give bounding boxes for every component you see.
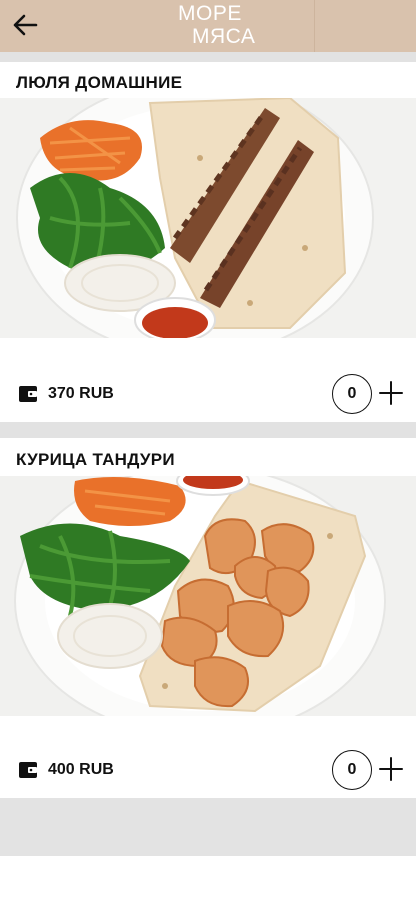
logo-line-2: МЯСА <box>192 25 256 48</box>
header-divider <box>314 0 315 52</box>
tandoori-chicken-plate-photo <box>0 476 416 716</box>
product-card: ЛЮЛЯ ДОМАШНИЕ 370 RUB 0 <box>0 62 416 422</box>
app-header: МОРЕ МЯСА <box>0 0 416 52</box>
product-card: КУРИЦА ТАНДУРИ 400 RUB 0 <box>0 438 416 798</box>
wallet-icon <box>19 386 37 402</box>
lula-kebab-plate-photo <box>0 98 416 338</box>
price-row: 400 RUB 0 <box>0 750 416 790</box>
back-button[interactable] <box>8 8 42 42</box>
price-row: 370 RUB 0 <box>0 374 416 414</box>
bottom-spacer <box>0 798 416 856</box>
wallet-icon <box>19 762 37 778</box>
section-separator <box>0 422 416 438</box>
product-photo[interactable] <box>0 98 416 338</box>
arrow-left-icon <box>13 14 38 36</box>
quantity-counter[interactable]: 0 <box>332 750 372 790</box>
brand-logo: МОРЕ МЯСА <box>178 0 255 52</box>
product-photo[interactable] <box>0 476 416 716</box>
add-button[interactable] <box>378 380 404 406</box>
logo-line-1: МОРЕ <box>178 2 242 25</box>
product-price: 370 RUB <box>48 385 114 402</box>
product-title: ЛЮЛЯ ДОМАШНИЕ <box>16 73 183 92</box>
quantity-counter[interactable]: 0 <box>332 374 372 414</box>
section-separator <box>0 52 416 62</box>
product-title: КУРИЦА ТАНДУРИ <box>16 450 175 469</box>
product-price: 400 RUB <box>48 761 114 778</box>
add-button[interactable] <box>378 756 404 782</box>
